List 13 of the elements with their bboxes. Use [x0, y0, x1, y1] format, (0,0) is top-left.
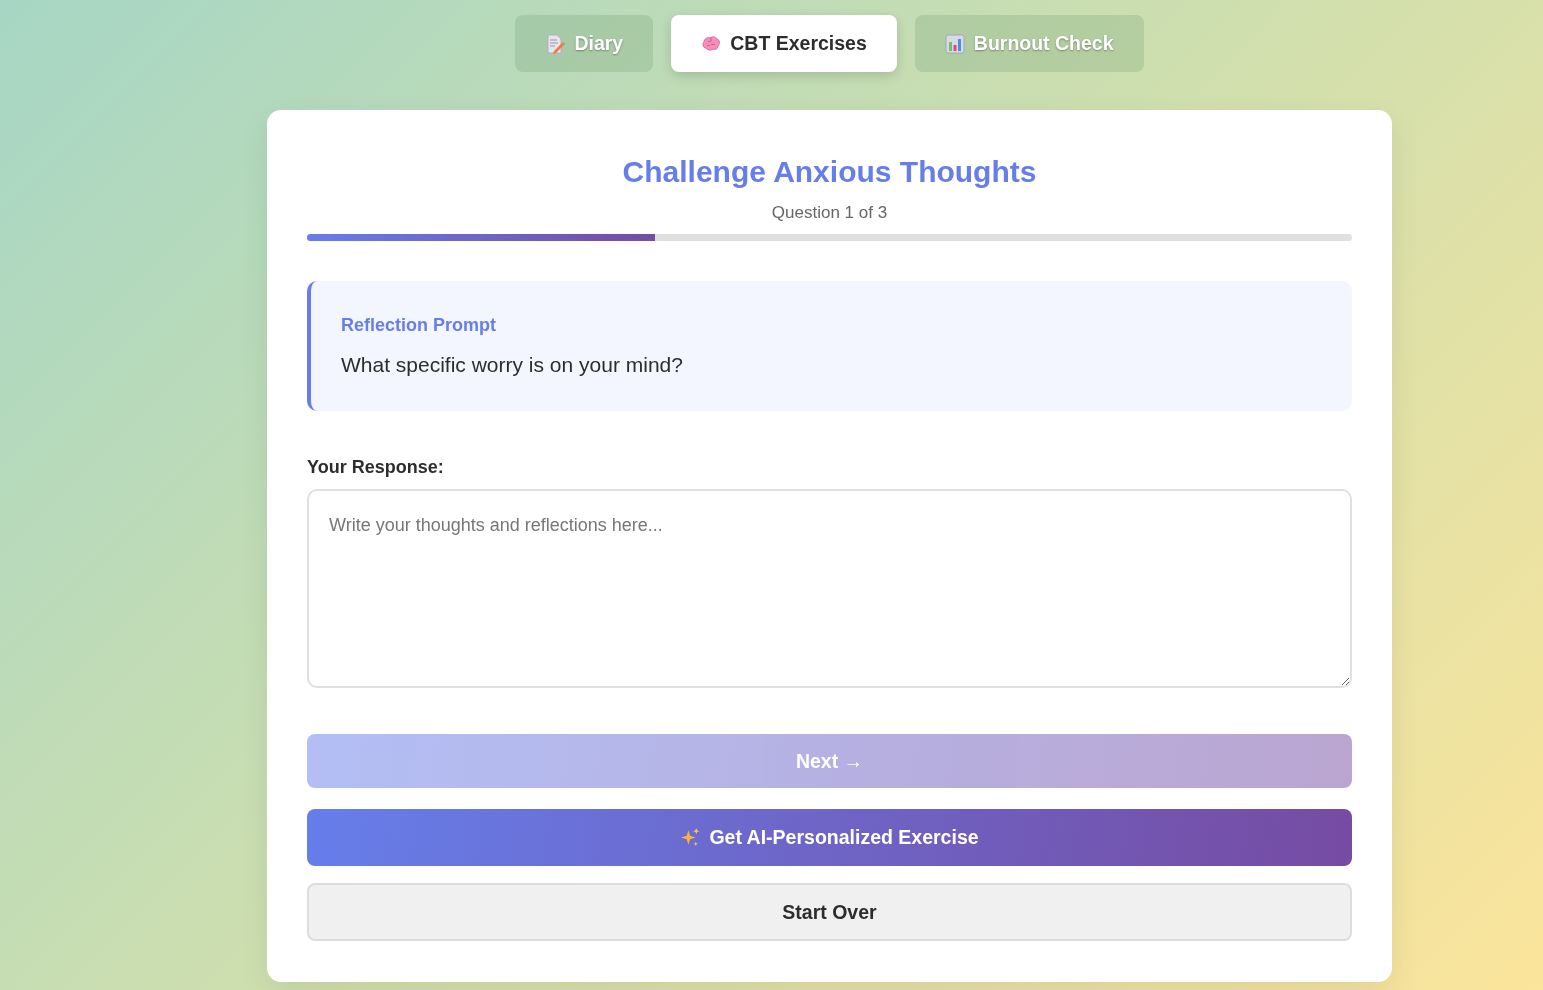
start-over-button[interactable]: Start Over [307, 883, 1352, 941]
sparkles-icon [680, 827, 702, 848]
prompt-label: Reflection Prompt [341, 314, 496, 336]
nav-tab[interactable]: CBT Exercises [671, 15, 897, 72]
document-pencil-icon [545, 33, 566, 54]
exercise-title: Challenge Anxious Thoughts [622, 154, 1037, 190]
response-label: Your Response: [307, 456, 444, 478]
question-counter: Question 1 of 3 [771, 202, 888, 224]
bar-chart-icon [944, 33, 965, 54]
brain-icon [701, 33, 722, 54]
prompt-question: What specific worry is on your mind? [341, 352, 683, 378]
response-field[interactable]: Write your thoughts and reflections here... [307, 489, 1352, 688]
ai-exercise-button[interactable]: Get AI-Personalized Exercise [307, 809, 1352, 866]
